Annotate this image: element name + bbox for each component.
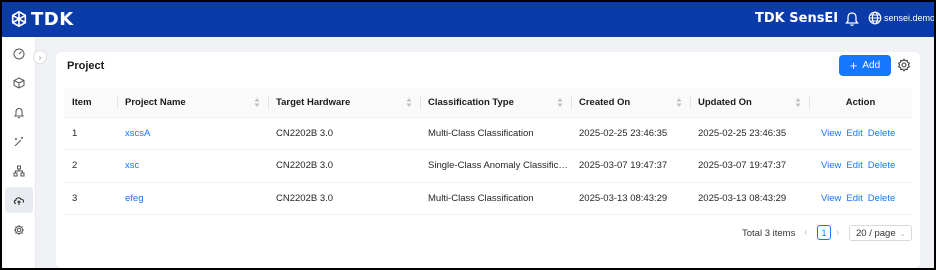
- cell-item: 1: [64, 117, 117, 150]
- edit-link[interactable]: Edit: [846, 160, 862, 171]
- cell-actions: View Edit Delete: [809, 182, 912, 215]
- app-title: TDK SensEI: [755, 11, 839, 26]
- table-row: 2 xsc CN2202B 3.0 Single-Class Anomaly C…: [64, 149, 912, 183]
- chevron-right-icon: ›: [38, 52, 42, 62]
- bell-icon: [14, 107, 24, 119]
- tdk-logo-mark-icon: [11, 10, 27, 28]
- column-header-classification-type[interactable]: Classification Type: [420, 88, 571, 118]
- cell-target-hardware: CN2202B 3.0: [268, 182, 420, 215]
- top-bar: TDK TDK SensEI sensei.demo: [2, 2, 934, 37]
- cell-project-name-link[interactable]: xsc: [117, 149, 268, 183]
- sort-icon[interactable]: [795, 97, 801, 108]
- cell-target-hardware: CN2202B 3.0: [268, 117, 420, 150]
- cube-icon: [13, 77, 25, 89]
- page-number-button[interactable]: 1: [817, 225, 831, 240]
- plus-icon: +: [849, 58, 858, 73]
- sidebar-item-notifications[interactable]: [5, 100, 33, 126]
- cell-updated-on: 2025-03-13 08:43:29: [690, 182, 809, 215]
- total-items: Total 3 items: [742, 228, 796, 239]
- column-header-created-on[interactable]: Created On: [571, 88, 690, 118]
- projects-table: Item Project Name Target Hardware Classi…: [64, 88, 912, 215]
- page-size-value: 20 / page: [856, 227, 896, 239]
- delete-link[interactable]: Delete: [868, 160, 895, 171]
- cell-classification-type: Multi-Class Classification: [420, 182, 571, 215]
- column-header-item: Item: [64, 88, 117, 118]
- cell-created-on: 2025-03-13 08:43:29: [571, 182, 690, 215]
- view-link[interactable]: View: [821, 160, 841, 171]
- page-size-select[interactable]: 20 / page ⌄: [849, 225, 912, 241]
- delete-link[interactable]: Delete: [868, 128, 895, 139]
- user-menu[interactable]: sensei.demo: [884, 13, 934, 23]
- cell-created-on: 2025-02-25 23:46:35: [571, 117, 690, 150]
- cell-actions: View Edit Delete: [809, 117, 912, 150]
- column-header-project-name[interactable]: Project Name: [117, 88, 268, 118]
- gear-icon: [14, 225, 24, 235]
- cell-classification-type: Single-Class Anomaly Classificati...: [420, 149, 571, 183]
- sidebar-item-organization[interactable]: [5, 158, 33, 184]
- sort-icon[interactable]: [676, 97, 682, 108]
- edit-link[interactable]: Edit: [846, 128, 862, 139]
- cloud-upload-icon: [13, 197, 25, 205]
- dashboard-icon: [13, 48, 25, 60]
- sidebar-item-settings[interactable]: [5, 217, 33, 243]
- pagination: Total 3 items ‹ 1 › 20 / page ⌄: [56, 225, 920, 241]
- cell-actions: View Edit Delete: [809, 149, 912, 183]
- page-title: Project: [67, 60, 105, 72]
- edit-link[interactable]: Edit: [846, 193, 862, 204]
- table-row: 3 efeg CN2202B 3.0 Multi-Class Classific…: [64, 182, 912, 215]
- cell-updated-on: 2025-02-25 23:46:35: [690, 117, 809, 150]
- add-button-label: Add: [862, 60, 881, 71]
- sort-icon[interactable]: [557, 97, 563, 108]
- cell-project-name-link[interactable]: xscsA: [117, 117, 268, 150]
- sidebar-item-dashboard[interactable]: [5, 41, 33, 67]
- notification-bell-icon[interactable]: [844, 11, 860, 27]
- cell-updated-on: 2025-03-07 19:47:37: [690, 149, 809, 183]
- view-link[interactable]: View: [821, 128, 841, 139]
- hierarchy-icon: [13, 165, 25, 177]
- sort-icon[interactable]: [254, 97, 260, 108]
- chevron-down-icon: ⌄: [899, 229, 906, 238]
- app-frame: TDK TDK SensEI sensei.demo › Project + A…: [2, 2, 934, 268]
- cell-project-name-link[interactable]: efeg: [117, 182, 268, 215]
- table-header-row: Item Project Name Target Hardware Classi…: [64, 88, 912, 118]
- column-header-target-hardware[interactable]: Target Hardware: [268, 88, 420, 118]
- table-row: 1 xscsA CN2202B 3.0 Multi-Class Classifi…: [64, 117, 912, 150]
- delete-link[interactable]: Delete: [868, 193, 895, 204]
- magic-wand-icon: [14, 137, 23, 147]
- project-card: Project + Add Item Project Name Target H…: [56, 52, 920, 268]
- next-page-chevron-right-icon[interactable]: ›: [836, 227, 839, 238]
- prev-page-chevron-left-icon[interactable]: ‹: [804, 227, 807, 238]
- globe-icon[interactable]: [868, 11, 882, 25]
- sort-icon[interactable]: [406, 97, 412, 108]
- sidebar-item-models[interactable]: [5, 70, 33, 96]
- column-header-updated-on[interactable]: Updated On: [690, 88, 809, 118]
- cell-classification-type: Multi-Class Classification: [420, 117, 571, 150]
- tdk-logo[interactable]: TDK: [10, 8, 74, 30]
- view-link[interactable]: View: [821, 193, 841, 204]
- logo-text: TDK: [31, 8, 74, 30]
- table-settings-gear-icon[interactable]: [897, 58, 911, 72]
- add-project-button[interactable]: + Add: [839, 55, 891, 76]
- column-header-action: Action: [809, 88, 912, 118]
- cell-item: 3: [64, 182, 117, 215]
- sidebar-collapse-button[interactable]: ›: [33, 50, 47, 64]
- cell-item: 2: [64, 149, 117, 183]
- sidebar-item-tools[interactable]: [5, 129, 33, 155]
- cell-target-hardware: CN2202B 3.0: [268, 149, 420, 183]
- sidebar-item-projects[interactable]: [5, 187, 33, 213]
- cell-created-on: 2025-03-07 19:47:37: [571, 149, 690, 183]
- sidebar: [2, 37, 36, 268]
